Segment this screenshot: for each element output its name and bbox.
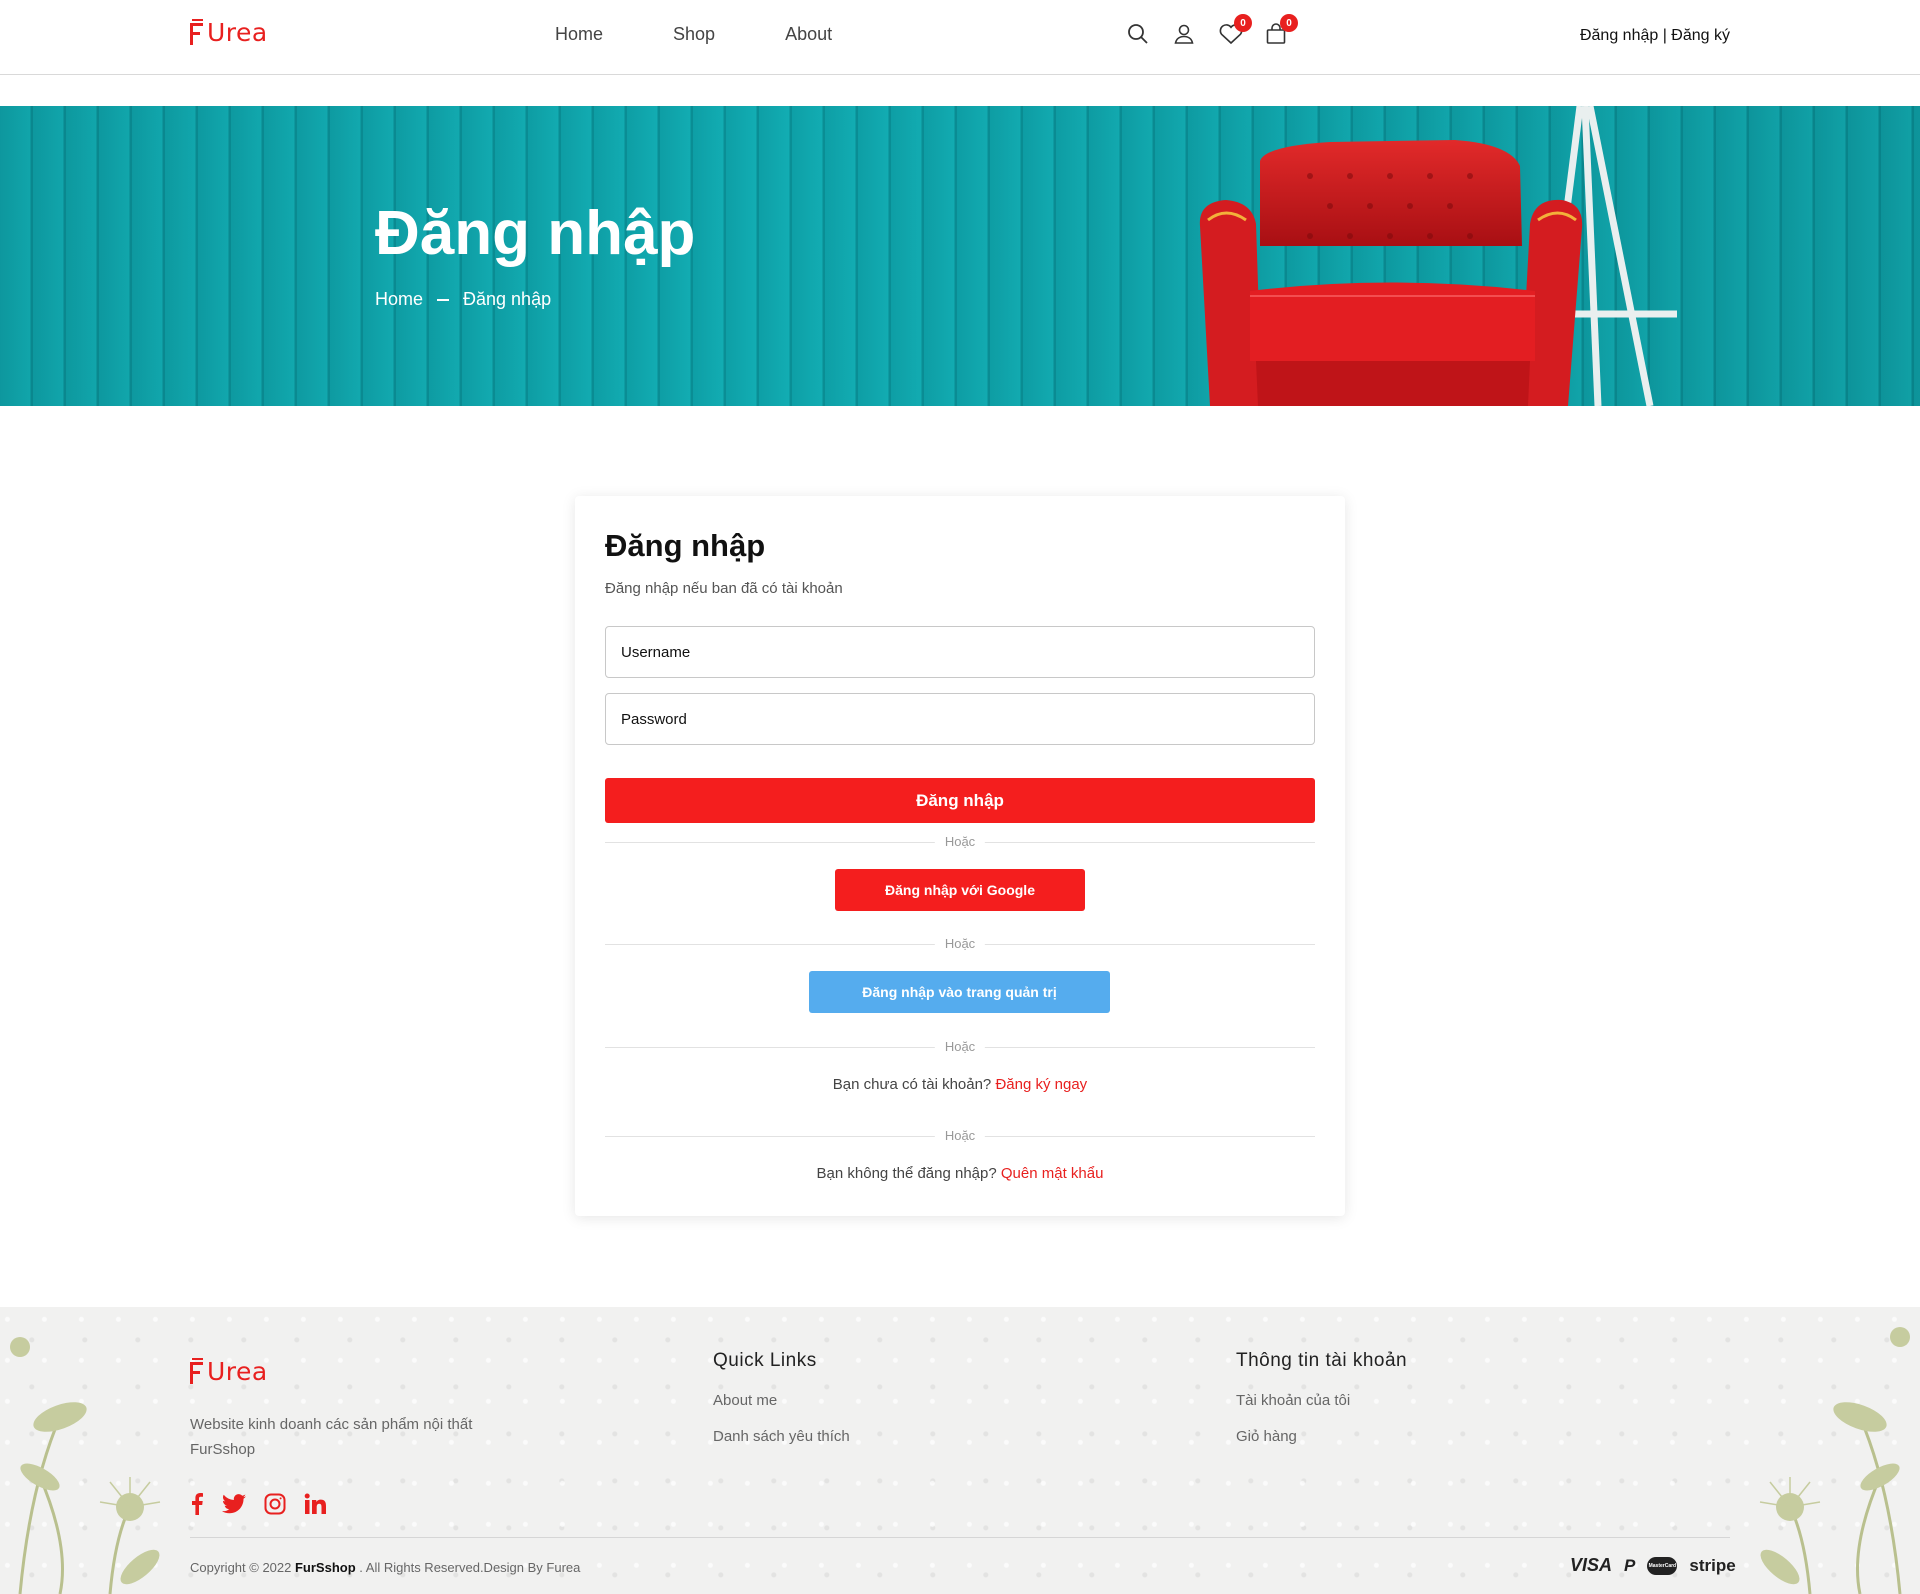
logo-mark: [190, 18, 204, 47]
divider-text: Hoặc: [934, 1128, 986, 1143]
forgot-prompt: Bạn không thể đăng nhập?: [816, 1165, 997, 1182]
footer-logo[interactable]: Urea: [190, 1357, 268, 1386]
copyright-suffix: . All Rights Reserved.Design By Furea: [359, 1560, 581, 1575]
divider-text: Hoặc: [934, 936, 986, 951]
footer-link-about-me[interactable]: About me: [713, 1392, 850, 1409]
footer-link-wishlist[interactable]: Danh sách yêu thích: [713, 1428, 850, 1445]
instagram-icon[interactable]: [264, 1493, 286, 1520]
username-field[interactable]: [605, 626, 1315, 678]
copyright: Copyright © 2022 FurSshop . All Rights R…: [190, 1560, 580, 1575]
divider-text: Hoặc: [934, 1039, 986, 1054]
password-field[interactable]: [605, 693, 1315, 745]
heart-icon[interactable]: 0: [1218, 14, 1252, 46]
divider: Hoặc: [605, 834, 1315, 850]
divider: Hoặc: [605, 936, 1315, 952]
page-title: Đăng nhập: [375, 199, 696, 268]
visa-icon: VISA: [1570, 1555, 1613, 1575]
register-line: Bạn chưa có tài khoản? Đăng ký ngay: [605, 1076, 1315, 1093]
twitter-icon[interactable]: [222, 1493, 246, 1520]
login-card: Đăng nhập Đăng nhập nếu ban đã có tài kh…: [575, 496, 1345, 1216]
admin-login-button[interactable]: Đăng nhập vào trang quản trị: [809, 971, 1110, 1013]
divider: Hoặc: [605, 1039, 1315, 1055]
logo[interactable]: Urea: [190, 18, 268, 47]
armchair-image: [1199, 106, 1677, 406]
copyright-prefix: Copyright © 2022: [190, 1560, 292, 1575]
forgot-line: Bạn không thể đăng nhập? Quên mật khẩu: [605, 1165, 1315, 1182]
floral-decoration: [10, 1337, 161, 1594]
page-banner: Đăng nhập Home Đăng nhập: [0, 106, 1920, 406]
login-subtitle: Đăng nhập nếu ban đã có tài khoản: [605, 580, 843, 597]
facebook-icon[interactable]: [190, 1493, 204, 1520]
breadcrumb: Home Đăng nhập: [375, 289, 551, 310]
register-prompt: Bạn chưa có tài khoản?: [832, 1076, 992, 1093]
footer-about-text: Website kinh doanh các sản phẩm nội thất…: [190, 1416, 473, 1458]
account-title: Thông tin tài khoản: [1236, 1350, 1408, 1371]
search-icon[interactable]: [1126, 22, 1150, 46]
linkedin-icon[interactable]: [304, 1493, 326, 1520]
footer-divider: [190, 1537, 1730, 1538]
user-icon[interactable]: [1172, 22, 1196, 46]
wishlist-count-badge: 0: [1234, 14, 1252, 32]
header-auth-links[interactable]: Đăng nhập | Đăng ký: [1580, 27, 1730, 45]
mastercard-icon: MasterCard: [1647, 1556, 1678, 1575]
account-column: Thông tin tài khoản Tài khoản của tôi Gi…: [1236, 1350, 1407, 1445]
footer-link-cart[interactable]: Giỏ hàng: [1236, 1428, 1407, 1445]
main-nav: Home Shop About: [555, 24, 832, 45]
payment-methods: VISA P MasterCard stripe: [1570, 1555, 1736, 1576]
divider: Hoặc: [605, 1128, 1315, 1144]
logo-text: Urea: [207, 1357, 268, 1386]
floral-decoration: [1759, 1327, 1910, 1594]
logo-text: Urea: [207, 18, 268, 47]
social-links: [190, 1493, 326, 1520]
site-footer: Urea Website kinh doanh các sản phẩm nội…: [0, 1307, 1920, 1594]
login-submit-button[interactable]: Đăng nhập: [605, 778, 1315, 823]
register-link[interactable]: Đăng ký ngay: [995, 1076, 1087, 1093]
nav-shop[interactable]: Shop: [673, 24, 715, 45]
nav-about[interactable]: About: [785, 24, 832, 45]
bag-icon[interactable]: 0: [1264, 14, 1298, 46]
stripe-icon: stripe: [1689, 1555, 1736, 1575]
forgot-password-link[interactable]: Quên mật khẩu: [1001, 1165, 1104, 1182]
paypal-icon: P: [1624, 1555, 1636, 1575]
quick-links-column: Quick Links About me Danh sách yêu thích: [713, 1350, 850, 1445]
breadcrumb-home[interactable]: Home: [375, 289, 423, 310]
logo-mark: [190, 1357, 204, 1386]
copyright-brand: FurSshop: [294, 1560, 356, 1575]
breadcrumb-current: Đăng nhập: [463, 289, 552, 309]
divider-text: Hoặc: [934, 834, 986, 849]
site-header: Urea Home Shop About 0 0 Đăng nhập | Đăn…: [0, 0, 1920, 75]
nav-home[interactable]: Home: [555, 24, 603, 45]
google-login-button[interactable]: Đăng nhập với Google: [835, 869, 1085, 911]
breadcrumb-separator: [437, 298, 450, 301]
cart-count-badge: 0: [1280, 14, 1298, 32]
login-title: Đăng nhập: [605, 528, 766, 563]
footer-link-my-account[interactable]: Tài khoản của tôi: [1236, 1392, 1407, 1409]
quick-links-title: Quick Links: [713, 1350, 817, 1371]
header-icons: 0 0: [1126, 14, 1298, 46]
